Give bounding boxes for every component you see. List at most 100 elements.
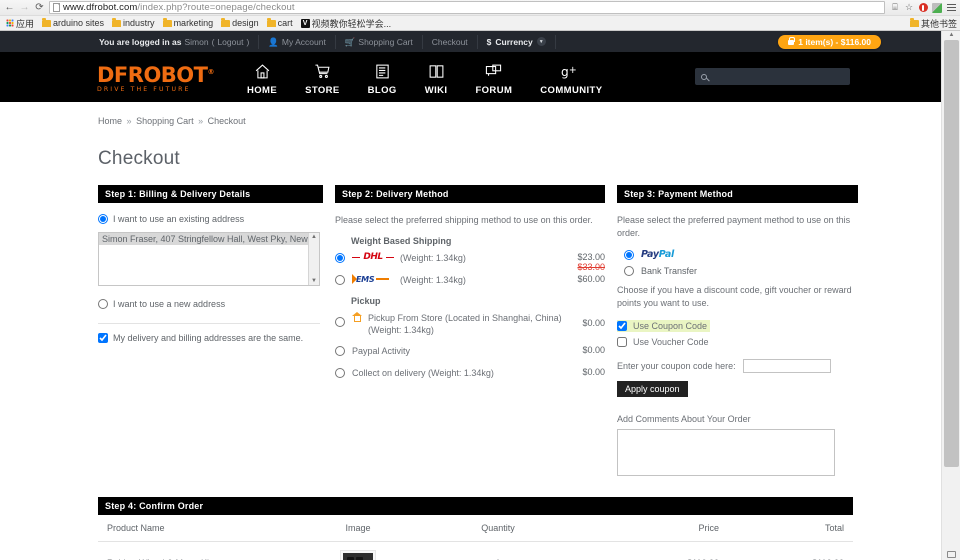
bookmark-star-icon[interactable]: ☆ [902, 1, 916, 15]
nav-label: COMMUNITY [540, 85, 603, 96]
shipping-radio-paypal-activity[interactable] [335, 346, 345, 356]
paypal-logo-part1: Pay [641, 249, 659, 260]
nav-label: STORE [305, 85, 340, 96]
folder-icon [42, 17, 52, 27]
shipping-option-ems[interactable]: EMS (Weight: 1.34kg) $60.00 [335, 274, 605, 287]
shipping-option-dhl[interactable]: DHL (Weight: 1.34kg) $23.00 $33.00 [335, 252, 605, 272]
nav-label: FORUM [475, 85, 513, 96]
scroll-down-icon[interactable] [947, 551, 956, 558]
scrollbar-thumb[interactable] [944, 40, 959, 467]
chrome-menu-icon[interactable] [944, 1, 958, 15]
payment-radio-bank-transfer[interactable] [624, 266, 634, 276]
scroll-down-icon[interactable]: ▼ [311, 278, 317, 284]
address-listbox-scrollbar[interactable]: ▲ ▼ [308, 233, 319, 285]
adblock-icon[interactable] [916, 1, 930, 15]
page-scrollbar[interactable]: ▲ [941, 31, 960, 560]
shipping-option-paypal-activity[interactable]: Paypal Activity $0.00 [335, 345, 605, 358]
new-address-radio[interactable] [98, 299, 108, 309]
shopping-cart-link[interactable]: 🛒 Shopping Cart [334, 34, 422, 49]
payment-option-bank-transfer[interactable]: Bank Transfer [624, 266, 858, 276]
site-logo[interactable]: DFROBOT® DRIVE THE FUTURE [97, 62, 219, 93]
bookmark-industry[interactable]: industry [109, 17, 158, 30]
bookmark-label: 应用 [16, 18, 35, 29]
search-input[interactable] [711, 70, 841, 83]
new-address-option[interactable]: I want to use a new address [98, 299, 323, 310]
table-row: Rubber Wheel & Motor Kit 1 $116.00 $116.… [98, 541, 853, 560]
user-icon: 👤 [268, 36, 279, 47]
use-coupon-code-checkbox[interactable] [617, 321, 627, 331]
nav-item-home[interactable]: HOME [233, 58, 291, 96]
cell-product-name[interactable]: Rubber Wheel & Motor Kit [98, 541, 298, 560]
address-option[interactable]: Simon Fraser, 407 Stringfellow Hall, Wes… [99, 233, 319, 245]
nav-item-community[interactable]: g + COMMUNITY [526, 58, 616, 96]
shipping-radio-pickup[interactable] [335, 317, 345, 327]
shipping-weight: (Weight: 1.34kg) [400, 253, 466, 263]
my-account-label: My Account [281, 36, 326, 47]
checkout-link[interactable]: Checkout [421, 34, 477, 49]
logout-link[interactable]: Logout [217, 35, 243, 49]
bookmark-arduino-sites[interactable]: arduino sites [39, 17, 107, 30]
reload-icon[interactable]: ⟳ [32, 1, 47, 15]
nav-item-blog[interactable]: BLOG [354, 58, 411, 96]
currency-selector[interactable]: $ Currency ▼ [476, 34, 556, 49]
breadcrumb-home[interactable]: Home [98, 116, 122, 126]
existing-address-radio[interactable] [98, 214, 108, 224]
existing-address-option[interactable]: I want to use an existing address [98, 214, 323, 225]
folder-icon [162, 17, 172, 27]
ems-logo: EMS [352, 274, 394, 284]
address-bar[interactable]: www.dfrobot.com/index.php?route=onepage/… [49, 1, 885, 14]
nav-item-forum[interactable]: FORUM [461, 58, 526, 96]
order-comments-textarea[interactable] [617, 429, 835, 476]
color-picker-icon[interactable] [930, 1, 944, 15]
breadcrumb-checkout[interactable]: Checkout [208, 116, 246, 126]
use-voucher-code-checkbox[interactable] [617, 337, 627, 347]
scroll-up-icon[interactable]: ▲ [942, 31, 960, 39]
my-account-link[interactable]: 👤 My Account [258, 34, 335, 49]
other-bookmarks-button[interactable]: 其他书签 [909, 17, 957, 30]
cell-product-image[interactable] [298, 541, 418, 560]
bookmark-video-site[interactable]: V 视频教你轻松学会... [298, 17, 395, 30]
bookmark-marketing[interactable]: marketing [160, 17, 217, 30]
column-header-price: Price [578, 515, 728, 542]
url-text: www.dfrobot.com/index.php?route=onepage/… [63, 2, 295, 13]
bookmark-cart[interactable]: cart [264, 17, 296, 30]
apply-coupon-button[interactable]: Apply coupon [617, 381, 688, 397]
use-voucher-code-option[interactable]: Use Voucher Code [617, 336, 712, 348]
shipping-price-current: $0.00 [582, 367, 605, 377]
shipping-radio-dhl[interactable] [335, 253, 345, 263]
nav-item-wiki[interactable]: WIKI [411, 58, 462, 96]
scroll-up-icon[interactable]: ▲ [311, 234, 317, 240]
coupon-code-input[interactable] [742, 359, 831, 373]
shipping-option-collect-on-delivery[interactable]: Collect on delivery (Weight: 1.34kg) $0.… [335, 367, 605, 380]
cast-icon[interactable]: ⌸ [888, 1, 902, 15]
same-address-label: My delivery and billing addresses are th… [113, 333, 304, 343]
step1-heading: Step 1: Billing & Delivery Details [98, 185, 323, 203]
shipping-option-pickup-store[interactable]: Pickup From Store (Located in Shanghai, … [335, 312, 605, 336]
shipping-radio-collect-on-delivery[interactable] [335, 368, 345, 378]
shipping-price-old: $33.00 [577, 262, 605, 272]
back-arrow-icon[interactable]: ← [2, 1, 17, 15]
same-address-option[interactable]: My delivery and billing addresses are th… [98, 333, 323, 344]
checkout-columns: Step 1: Billing & Delivery Details I wan… [98, 185, 941, 478]
bookmark-label: industry [123, 18, 155, 28]
shipping-radio-ems[interactable] [335, 275, 345, 285]
breadcrumb-shopping-cart[interactable]: Shopping Cart [136, 116, 194, 126]
bookmark-apps[interactable]: 应用 [3, 17, 37, 30]
bookmark-design[interactable]: design [218, 17, 262, 30]
nav-item-store[interactable]: STORE [291, 58, 354, 96]
payment-option-paypal[interactable]: PayPal [624, 249, 858, 260]
shipping-price-current: $0.00 [582, 318, 605, 328]
payment-radio-paypal[interactable] [624, 249, 634, 260]
use-coupon-code-option[interactable]: Use Coupon Code [617, 320, 711, 332]
folder-icon [909, 18, 919, 27]
logout-paren-close: ) [246, 36, 250, 47]
chat-icon [485, 61, 502, 81]
address-listbox[interactable]: Simon Fraser, 407 Stringfellow Hall, Wes… [98, 232, 320, 286]
search-box[interactable] [695, 68, 850, 85]
column-header-product-name: Product Name [98, 515, 298, 542]
cart-summary-button[interactable]: 1 item(s) - $116.00 [778, 35, 881, 49]
same-address-checkbox[interactable] [98, 333, 108, 343]
forward-arrow-icon[interactable]: → [17, 1, 32, 15]
svg-text:+: + [569, 64, 577, 75]
logout-paren-open: ( [211, 36, 215, 47]
